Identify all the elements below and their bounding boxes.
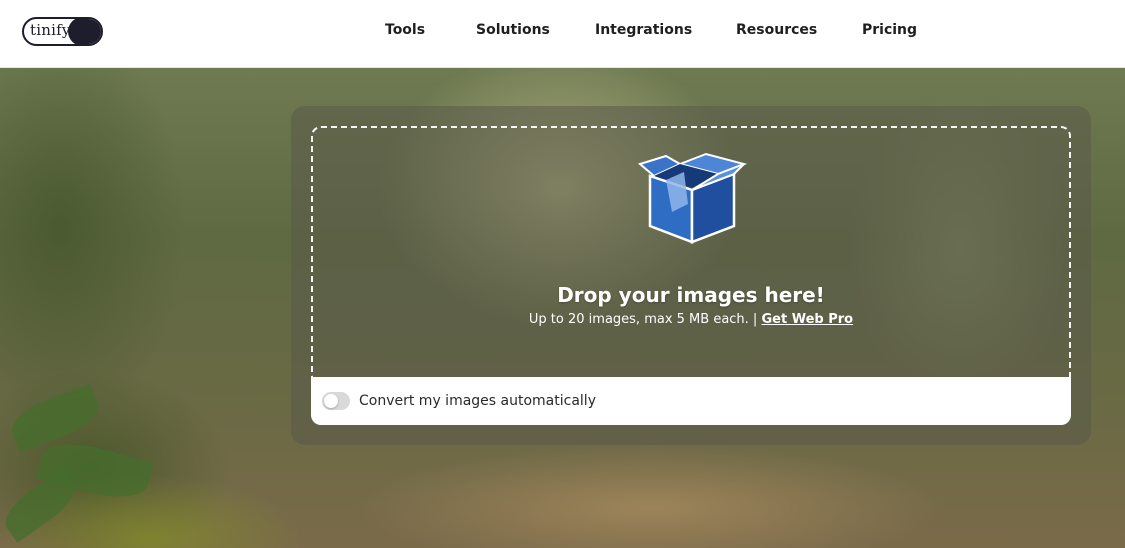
nav-solutions[interactable]: Solutions [476,22,550,38]
dropzone-title: Drop your images here! [557,283,825,307]
leaf-decoration [5,383,105,453]
main-nav: Tools Solutions Integrations Resources P… [0,22,1125,42]
convert-options-bar: Convert my images automatically [311,377,1071,425]
dropzone-limits-text: Up to 20 images, max 5 MB each. | [528,312,758,327]
toggle-knob [324,394,338,408]
box-icon [637,152,748,244]
convert-label: Convert my images automatically [359,393,596,409]
nav-tools[interactable]: Tools [385,22,425,38]
nav-pricing[interactable]: Pricing [862,22,917,38]
nav-resources[interactable]: Resources [736,22,817,38]
get-web-pro-link[interactable]: Get Web Pro [761,312,853,327]
top-navbar: tinify Tools Solutions Integrations Reso… [0,0,1125,68]
dropzone-subtitle: Up to 20 images, max 5 MB each. | Get We… [311,312,1071,327]
convert-toggle[interactable] [322,392,350,410]
nav-integrations[interactable]: Integrations [595,22,692,38]
